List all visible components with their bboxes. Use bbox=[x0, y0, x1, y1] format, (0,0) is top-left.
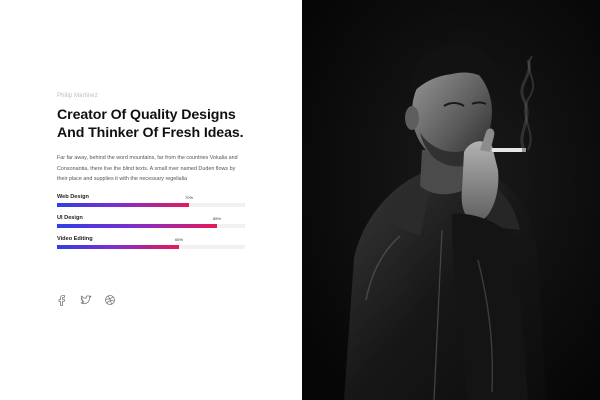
page: Philip Martinez Creator Of Quality Desig… bbox=[0, 0, 600, 400]
skill-item: Video Editing 65% bbox=[57, 235, 245, 255]
dribbble-icon[interactable] bbox=[103, 293, 117, 307]
skill-percent: 65% bbox=[174, 237, 184, 242]
author-name: Philip Martinez bbox=[57, 93, 98, 99]
about-section: Philip Martinez Creator Of Quality Desig… bbox=[0, 0, 302, 400]
headline: Creator Of Quality Designs And Thinker O… bbox=[57, 107, 244, 141]
skill-label: Web Design bbox=[57, 194, 89, 200]
skill-item: Web Design 70% bbox=[57, 193, 245, 213]
about-content: Philip Martinez Creator Of Quality Desig… bbox=[57, 92, 247, 185]
skill-bar-track bbox=[57, 245, 245, 249]
skill-item: UI Design 85% bbox=[57, 214, 245, 234]
skill-bar-track bbox=[57, 224, 245, 228]
facebook-icon[interactable] bbox=[55, 293, 69, 307]
skill-bar-fill bbox=[57, 203, 189, 207]
portrait-image bbox=[302, 0, 600, 400]
skill-bar-fill bbox=[57, 224, 217, 228]
skills-list: Web Design 70% UI Design 85% Video Editi… bbox=[57, 193, 245, 256]
skill-label: UI Design bbox=[57, 215, 83, 221]
skill-percent: 85% bbox=[212, 216, 222, 221]
skill-label: Video Editing bbox=[57, 236, 93, 242]
social-links bbox=[55, 293, 117, 307]
skill-bar-track bbox=[57, 203, 245, 207]
portrait-photo bbox=[302, 0, 600, 400]
description: Far far away, behind the word mountains,… bbox=[57, 155, 238, 182]
skill-percent: 70% bbox=[184, 195, 194, 200]
skill-bar-fill bbox=[57, 245, 179, 249]
twitter-icon[interactable] bbox=[79, 293, 93, 307]
